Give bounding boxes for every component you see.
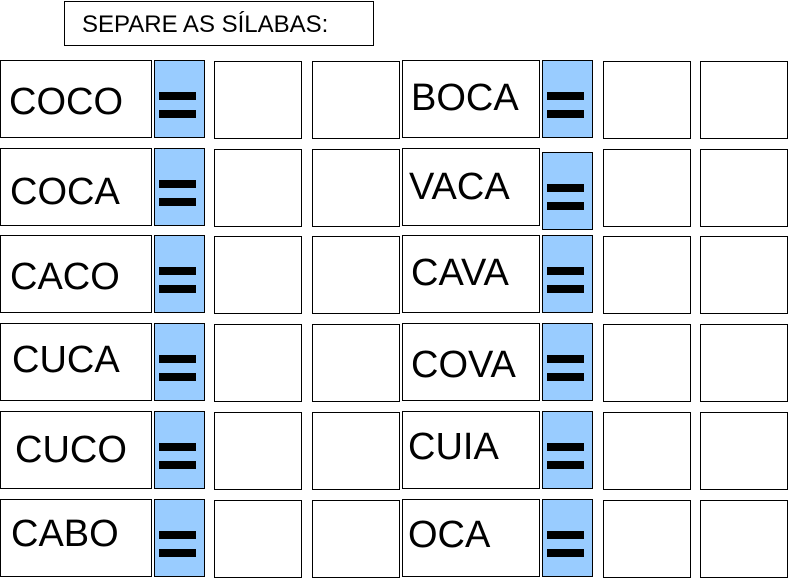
- equals-sign-icon: [154, 148, 205, 226]
- word-text: OCA: [408, 514, 491, 556]
- equals-bar-top: [159, 267, 196, 275]
- left-syllable-answer-box-1[interactable]: [214, 412, 302, 490]
- right-syllable-answer-box-1[interactable]: [603, 236, 691, 314]
- left-word-card: CUCA: [0, 323, 152, 401]
- right-syllable-answer-box-2[interactable]: [700, 324, 788, 402]
- equals-bar-bottom: [159, 285, 196, 293]
- left-syllable-answer-box-2[interactable]: [312, 412, 400, 490]
- right-syllable-answer-box-1[interactable]: [603, 149, 691, 227]
- equals-sign-icon: [154, 323, 205, 401]
- equals-bar-top: [547, 267, 584, 275]
- left-syllable-answer-box-1[interactable]: [214, 149, 302, 227]
- equals-sign-icon: [154, 411, 205, 489]
- equals-bar-bottom: [547, 461, 584, 469]
- word-text: COCO: [9, 81, 123, 123]
- equals-bar-bottom: [159, 373, 196, 381]
- word-text: VACA: [409, 166, 510, 208]
- right-syllable-answer-box-2[interactable]: [700, 412, 788, 490]
- left-syllable-answer-box-1[interactable]: [214, 324, 302, 402]
- left-word-card: COCO: [0, 60, 152, 138]
- equals-bar-top: [547, 355, 584, 363]
- left-syllable-answer-box-1[interactable]: [214, 61, 302, 139]
- equals-sign-icon: [542, 323, 593, 401]
- word-text: CUIA: [408, 426, 499, 468]
- right-syllable-answer-box-1[interactable]: [603, 412, 691, 490]
- word-text: BOCA: [411, 77, 519, 119]
- equals-sign-icon: [154, 235, 205, 313]
- worksheet-title: SEPARE AS SÍLABAS:: [64, 1, 374, 46]
- right-word-card: COVA: [402, 323, 540, 401]
- left-word-card: COCA: [0, 148, 152, 226]
- right-syllable-answer-box-1[interactable]: [603, 500, 691, 578]
- equals-bar-top: [547, 443, 584, 451]
- equals-bar-bottom: [159, 198, 196, 206]
- equals-sign-icon: [154, 499, 205, 577]
- equals-bar-bottom: [547, 202, 584, 210]
- equals-bar-bottom: [547, 110, 584, 118]
- word-text: CACO: [10, 256, 120, 298]
- equals-bar-top: [159, 531, 196, 539]
- word-text: COCA: [10, 171, 120, 213]
- equals-bar-top: [547, 531, 584, 539]
- equals-sign-icon: [542, 152, 593, 230]
- left-syllable-answer-box-2[interactable]: [312, 500, 400, 578]
- equals-sign-icon: [542, 411, 593, 489]
- equals-bar-top: [159, 92, 196, 100]
- equals-bar-bottom: [547, 373, 584, 381]
- left-syllable-answer-box-2[interactable]: [312, 324, 400, 402]
- right-syllable-answer-box-2[interactable]: [700, 149, 788, 227]
- equals-bar-bottom: [159, 549, 196, 557]
- right-word-card: VACA: [402, 148, 540, 226]
- word-text: CAVA: [411, 252, 509, 294]
- right-syllable-answer-box-1[interactable]: [603, 61, 691, 139]
- word-text: CUCO: [15, 429, 127, 471]
- right-syllable-answer-box-2[interactable]: [700, 61, 788, 139]
- equals-bar-bottom: [159, 461, 196, 469]
- right-word-card: BOCA: [402, 60, 540, 138]
- left-syllable-answer-box-1[interactable]: [214, 500, 302, 578]
- left-word-card: CACO: [0, 235, 152, 313]
- right-word-card: CUIA: [402, 411, 540, 489]
- equals-bar-bottom: [547, 285, 584, 293]
- left-syllable-answer-box-2[interactable]: [312, 236, 400, 314]
- equals-bar-top: [159, 180, 196, 188]
- left-syllable-answer-box-1[interactable]: [214, 236, 302, 314]
- right-word-card: OCA: [402, 499, 540, 577]
- right-syllable-answer-box-1[interactable]: [603, 324, 691, 402]
- left-syllable-answer-box-2[interactable]: [312, 149, 400, 227]
- equals-sign-icon: [542, 235, 593, 313]
- left-word-card: CABO: [0, 499, 152, 577]
- equals-bar-top: [547, 92, 584, 100]
- right-syllable-answer-box-2[interactable]: [700, 236, 788, 314]
- equals-sign-icon: [542, 60, 593, 138]
- equals-bar-top: [159, 443, 196, 451]
- word-text: CABO: [11, 513, 119, 555]
- equals-sign-icon: [542, 499, 593, 577]
- left-word-card: CUCO: [0, 411, 152, 489]
- equals-sign-icon: [154, 60, 205, 138]
- right-word-card: CAVA: [402, 235, 540, 313]
- right-syllable-answer-box-2[interactable]: [700, 500, 788, 578]
- equals-bar-bottom: [159, 110, 196, 118]
- equals-bar-bottom: [547, 549, 584, 557]
- equals-bar-top: [159, 355, 196, 363]
- word-text: COVA: [411, 344, 516, 386]
- equals-bar-top: [547, 184, 584, 192]
- word-text: CUCA: [12, 339, 120, 381]
- left-syllable-answer-box-2[interactable]: [312, 61, 400, 139]
